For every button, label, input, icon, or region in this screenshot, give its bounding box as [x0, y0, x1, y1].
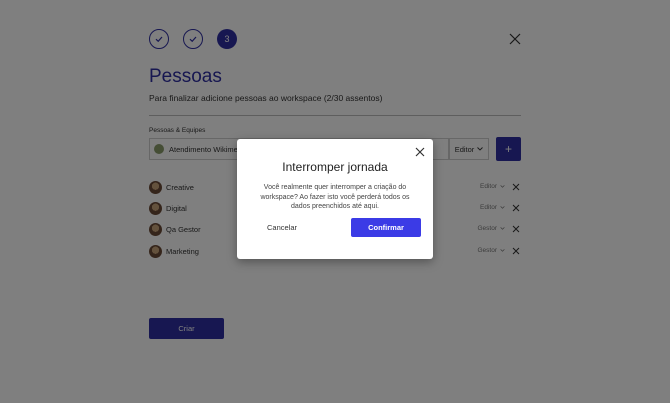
dialog-title: Interromper jornada: [282, 160, 388, 174]
dialog-message: Você realmente quer interromper a criaçã…: [260, 184, 410, 210]
cancel-button[interactable]: Cancelar: [267, 223, 297, 232]
interrupt-journey-dialog: Interromper jornada Você realmente quer …: [237, 139, 433, 259]
confirm-button[interactable]: Confirmar: [351, 218, 421, 237]
close-icon[interactable]: [415, 147, 425, 157]
